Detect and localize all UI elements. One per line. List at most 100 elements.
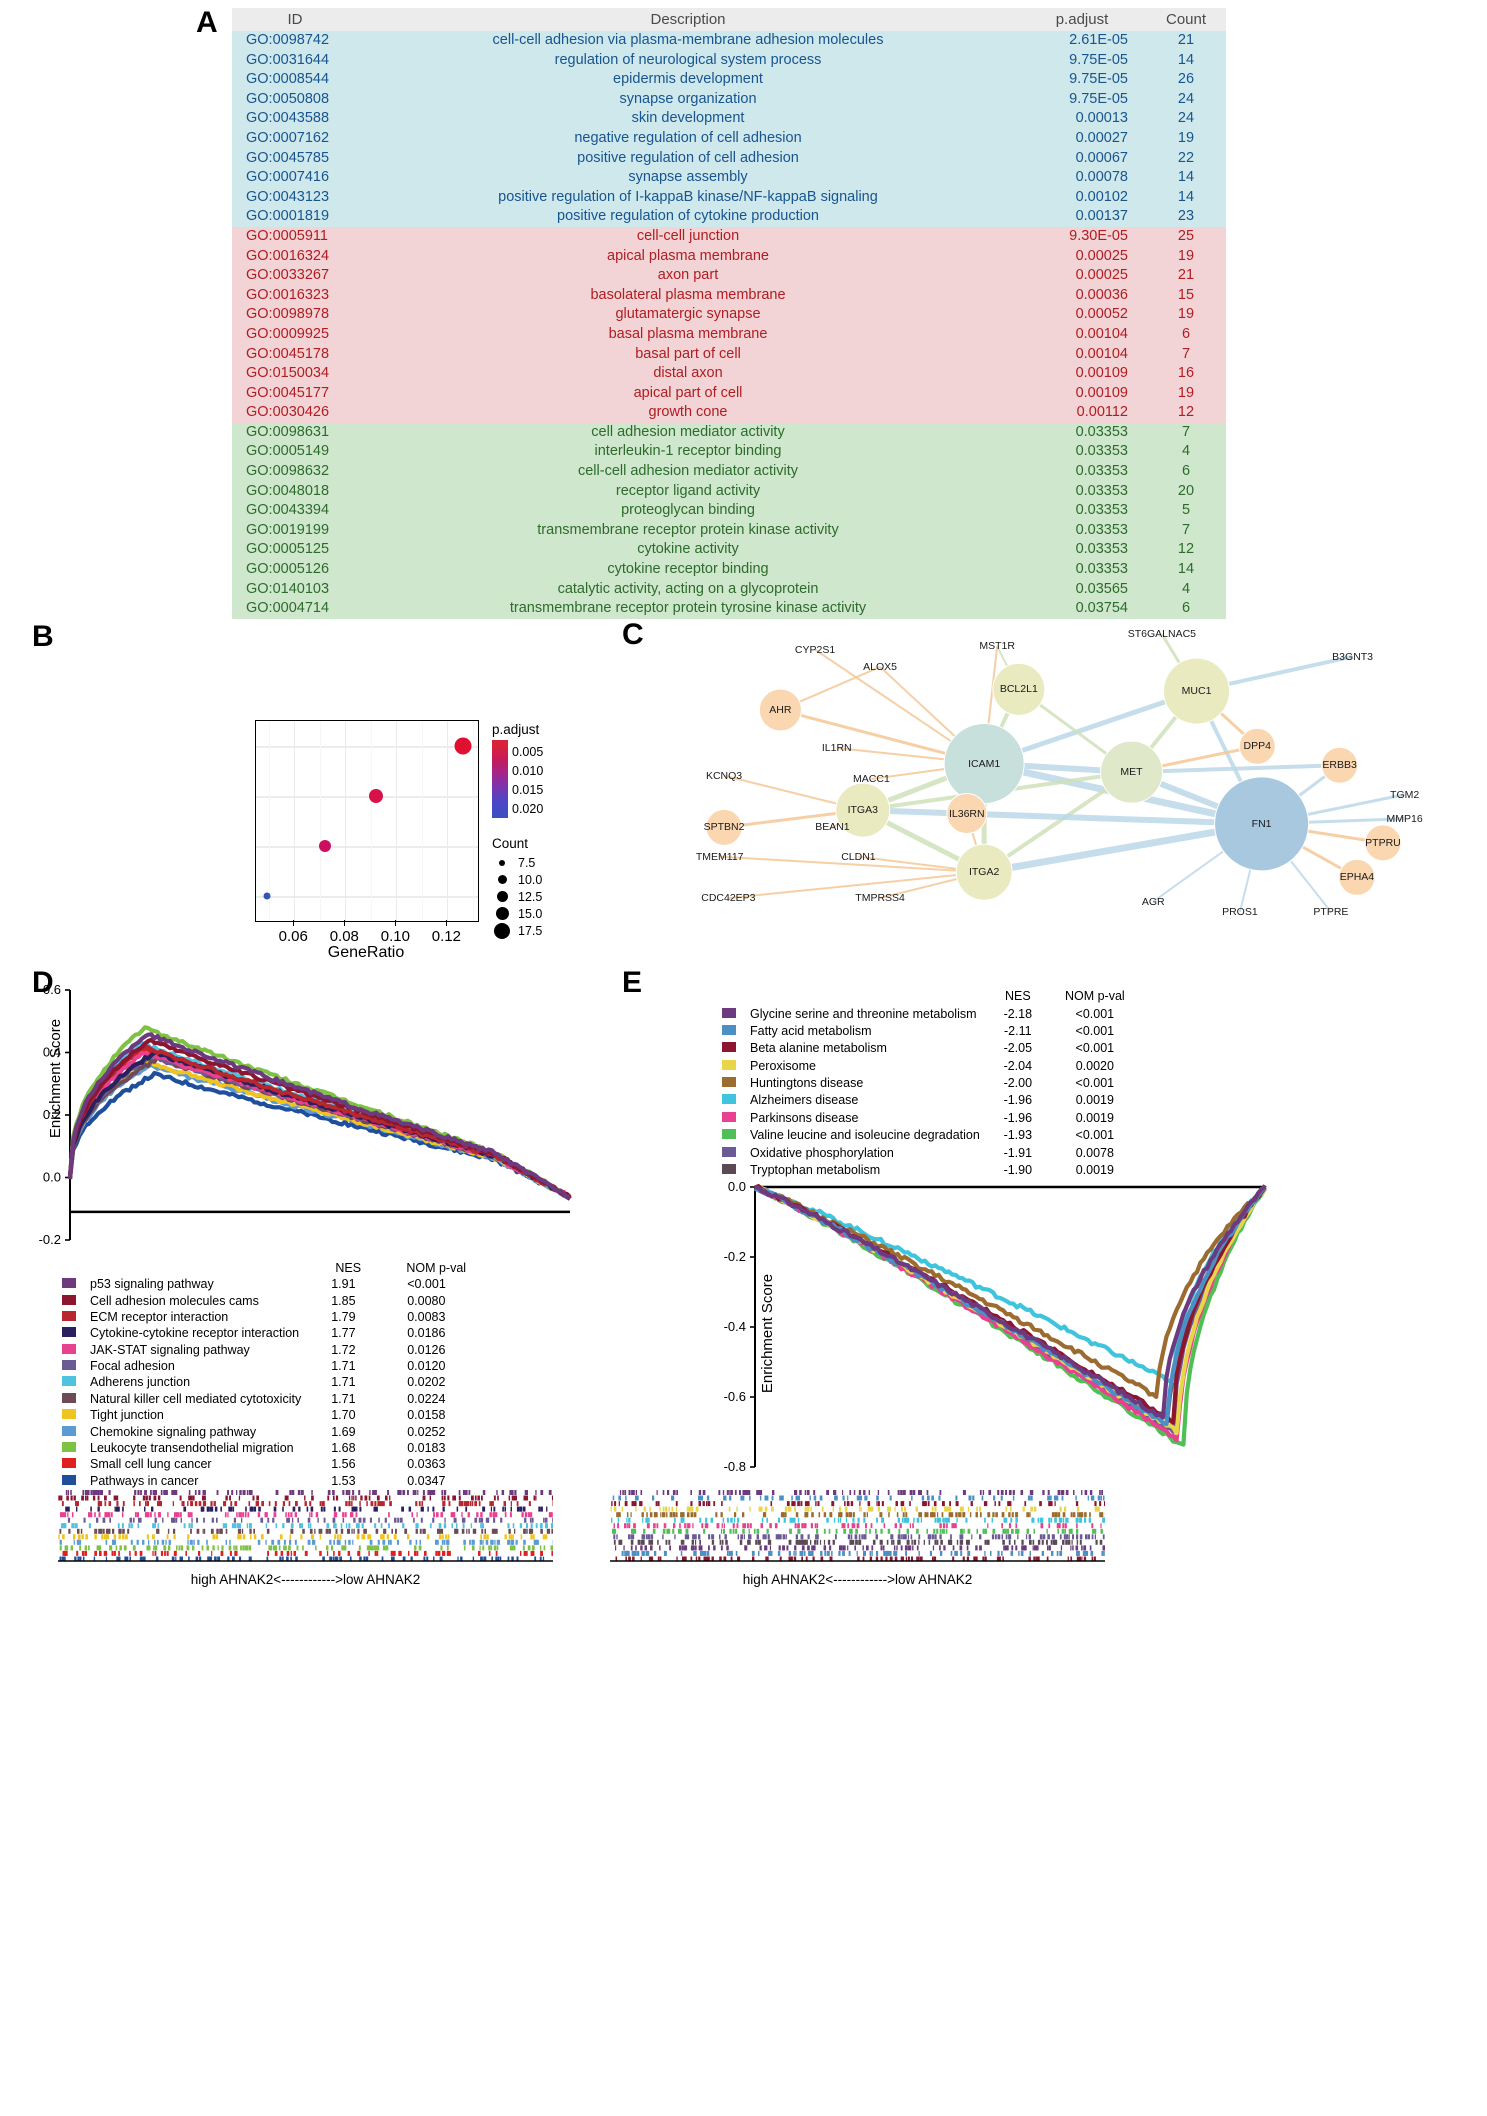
rank-tick	[971, 1534, 973, 1540]
rank-tick	[258, 1506, 261, 1512]
rank-tick	[811, 1512, 814, 1518]
rank-tick	[108, 1512, 111, 1518]
gridline-v	[294, 721, 296, 921]
rank-tick	[492, 1539, 494, 1545]
rank-tick	[903, 1490, 906, 1495]
legend-swatch	[62, 1360, 76, 1371]
rank-tick	[1030, 1495, 1033, 1501]
rank-tick	[759, 1539, 761, 1545]
cell-id: GO:0043123	[232, 187, 358, 208]
rank-tick	[240, 1545, 242, 1551]
table: ID Description p.adjust Count GO:0098742…	[232, 8, 1226, 619]
rank-tick	[887, 1490, 890, 1495]
rank-tick	[720, 1512, 722, 1518]
rank-tick	[644, 1545, 647, 1551]
rank-tick	[1010, 1517, 1013, 1523]
rank-tick	[1015, 1523, 1018, 1529]
rank-tick	[766, 1528, 769, 1534]
rank-tick	[356, 1534, 360, 1540]
rank-tick	[612, 1495, 615, 1501]
rank-tick	[889, 1495, 892, 1501]
table-row: GO:0031644 regulation of neurological sys…	[232, 50, 1226, 71]
rank-tick	[783, 1517, 786, 1523]
rank-tick	[332, 1490, 335, 1495]
rank-tick	[1061, 1490, 1064, 1495]
rank-tick	[856, 1550, 858, 1556]
rank-tick	[1043, 1534, 1046, 1540]
cell-id: GO:0001819	[232, 207, 358, 227]
legend-title-padjust: p.adjust	[492, 722, 540, 737]
rank-tick	[342, 1512, 344, 1518]
rank-tick	[749, 1506, 751, 1512]
rank-tick	[745, 1490, 748, 1495]
rank-tick	[801, 1539, 804, 1545]
legend-nes: -2.00	[1003, 1076, 1033, 1091]
cell-count: 7	[1146, 344, 1226, 365]
rank-tick	[396, 1539, 399, 1545]
rank-tick	[215, 1534, 219, 1540]
rank-tick	[314, 1528, 316, 1534]
rank-tick	[402, 1490, 406, 1495]
rank-tick	[210, 1501, 213, 1507]
rank-tick	[478, 1501, 481, 1507]
rank-tick	[70, 1490, 72, 1495]
rank-tick	[275, 1523, 278, 1529]
cell-desc: positive regulation of cytokine producti…	[358, 207, 1018, 227]
rank-tick	[99, 1550, 102, 1556]
rank-tick	[387, 1539, 390, 1545]
legend-label: Huntingtons disease	[750, 1076, 864, 1091]
cell-desc: basal plasma membrane	[358, 324, 1018, 345]
size-legend-label: 17.5	[518, 923, 543, 938]
rank-tick	[1062, 1517, 1065, 1523]
rank-tick	[665, 1523, 667, 1529]
rank-tick	[359, 1506, 362, 1512]
rank-tick	[786, 1501, 790, 1507]
rank-tick	[290, 1523, 294, 1529]
rank-tick	[740, 1534, 743, 1540]
rank-tick	[305, 1550, 308, 1556]
rank-tick	[154, 1512, 156, 1518]
rank-tick	[117, 1501, 119, 1507]
rank-tick	[648, 1539, 651, 1545]
legend-swatch	[62, 1474, 76, 1485]
rank-tick	[261, 1517, 264, 1523]
rank-tick	[174, 1550, 177, 1556]
legend-swatch-cell	[718, 1023, 746, 1040]
rank-tick	[898, 1539, 901, 1545]
gsea-curve	[67, 1050, 572, 1201]
legend-swatch	[722, 1146, 736, 1157]
rank-tick	[340, 1528, 344, 1534]
rank-tick	[162, 1517, 164, 1523]
rank-tick	[672, 1512, 675, 1518]
rank-tick	[699, 1517, 702, 1523]
rank-tick	[158, 1512, 161, 1518]
cell-count: 21	[1146, 31, 1226, 51]
rank-tick	[110, 1512, 113, 1518]
rank-tick	[319, 1534, 322, 1540]
size-legend-row: 15.0	[492, 905, 542, 922]
legend-header-row: NES NOM p-val	[718, 988, 1138, 1005]
rank-tick	[795, 1490, 798, 1495]
rank-tick	[1083, 1550, 1085, 1556]
cell-desc: positive regulation of cell adhesion	[358, 148, 1018, 169]
cell-desc: proteoglycan binding	[358, 501, 1018, 521]
gsea-d-svg: -0.20.00.20.40.6	[39, 982, 572, 1247]
x-axis-title-d: high AHNAK2<------------>low AHNAK2	[190, 1572, 421, 1587]
legend-swatch-cell	[58, 1309, 86, 1325]
legend-label: Cytokine-cytokine receptor interaction	[90, 1326, 300, 1341]
table-row: GO:0140103 catalytic activity, acting on …	[232, 579, 1226, 600]
cell-count: 20	[1146, 481, 1226, 502]
rank-tick	[446, 1545, 449, 1551]
rank-tick	[523, 1528, 526, 1534]
rank-tick	[701, 1495, 704, 1501]
rank-tick	[798, 1528, 801, 1534]
rank-tick	[626, 1517, 628, 1523]
rank-tick	[901, 1506, 903, 1512]
rank-tick	[628, 1517, 631, 1523]
table-row: GO:0005911 cell-cell junction 9.30E-05 25	[232, 226, 1226, 247]
rank-tick	[217, 1545, 219, 1551]
legend-header-nes: NES	[1004, 989, 1031, 1004]
rank-tick	[888, 1506, 891, 1512]
legend-row: Cell adhesion molecules cams 1.85 0.0080	[58, 1292, 481, 1308]
rank-tick	[384, 1528, 387, 1534]
